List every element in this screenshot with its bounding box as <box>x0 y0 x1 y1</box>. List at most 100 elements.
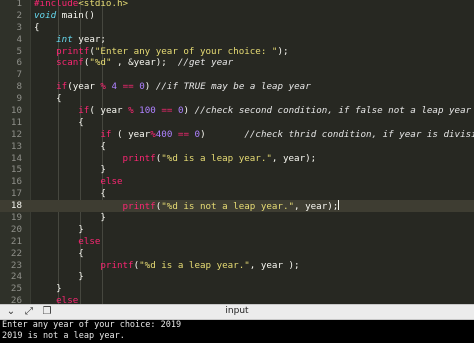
console-line: Enter any year of your choice: 2019 <box>2 320 182 330</box>
code-text: #include<stdio.h> <box>34 0 128 10</box>
code-line[interactable]: 18 printf("%d is not a leap year.", year… <box>0 200 474 212</box>
code-token: { <box>34 247 84 259</box>
code-token: scanf <box>56 57 84 69</box>
copy-icon[interactable]: ❐ <box>40 306 54 318</box>
code-line[interactable]: 17 { <box>0 188 474 200</box>
output-console[interactable]: Enter any year of your choice: 2019 2019… <box>0 320 474 343</box>
expand-arrows-icon[interactable]: ⤢ <box>22 306 36 318</box>
code-line[interactable]: 14 printf("%d is a leap year.", year); <box>0 153 474 165</box>
code-line[interactable]: 19 } <box>0 212 474 224</box>
code-text: } <box>34 224 84 236</box>
code-text: else <box>34 236 100 248</box>
console-line: 2019 is not a leap year. <box>2 331 125 341</box>
code-token: if <box>56 81 68 93</box>
line-number: 19 <box>10 212 22 224</box>
code-line[interactable]: 21 else <box>0 236 474 248</box>
code-token: "Enter any year of your choice: " <box>94 45 278 57</box>
code-text: printf("%d is a leap year.", year ); <box>34 259 300 272</box>
code-token: { <box>34 116 84 128</box>
code-line[interactable]: 2 void main() <box>0 10 474 22</box>
line-number: 20 <box>10 223 22 235</box>
code-token: ) <box>144 81 156 93</box>
code-token: //check thrid condition, if year is divi… <box>244 128 474 140</box>
code-line[interactable]: 20 } <box>0 224 474 236</box>
code-token: main() <box>56 9 95 21</box>
code-line[interactable]: 16 else <box>0 176 474 188</box>
line-number: 22 <box>10 247 22 259</box>
code-token: 100 <box>139 105 156 117</box>
line-number: 5 <box>16 45 22 57</box>
code-token: printf <box>56 45 90 57</box>
collapse-chevron-icon[interactable]: ⌄ <box>4 306 18 318</box>
code-line[interactable]: 11 { <box>0 117 474 129</box>
code-line[interactable]: 7 <box>0 69 474 81</box>
code-token: , year ); <box>249 259 300 271</box>
code-line[interactable]: 26 else <box>0 295 474 304</box>
code-token: { <box>34 140 106 152</box>
code-token: if <box>78 105 90 117</box>
code-token: "%d is not a leap year." <box>161 201 295 213</box>
code-line[interactable]: 23 printf("%d is a leap year.", year ); <box>0 260 474 272</box>
code-token: } <box>34 212 106 224</box>
line-number: 13 <box>10 140 22 152</box>
code-token: ( year <box>111 128 151 140</box>
output-panel-toolbar: input ⌄ ⤢ ❐ <box>0 304 474 320</box>
code-token: (year <box>67 81 101 93</box>
code-line[interactable]: 3{ <box>0 22 474 34</box>
code-line[interactable]: 15 } <box>0 164 474 176</box>
code-text: } <box>34 212 106 224</box>
code-line[interactable]: 9 { <box>0 93 474 105</box>
code-token: else <box>78 235 101 247</box>
code-text: } <box>34 271 84 283</box>
code-line[interactable]: 8 if(year % 4 == 0) //if TRUE may be a l… <box>0 81 474 93</box>
code-token: ( year <box>89 105 129 117</box>
code-line[interactable]: 22 { <box>0 248 474 260</box>
code-token: } <box>34 164 106 176</box>
code-lines[interactable]: 1 #include<stdio.h> 2 void main() 3{4 int ye… <box>0 0 474 304</box>
code-token: , year); <box>294 201 339 213</box>
code-text: { <box>34 117 84 129</box>
code-token: ) <box>200 128 245 140</box>
line-number: 26 <box>10 295 22 304</box>
code-token: { <box>34 188 106 200</box>
code-text: } <box>34 283 62 295</box>
line-number: 2 <box>16 9 22 21</box>
code-text: { <box>34 141 106 153</box>
code-line[interactable]: 13 { <box>0 141 474 153</box>
code-text: { <box>34 93 62 105</box>
code-token: , &year); <box>111 57 178 69</box>
code-line[interactable]: 5 printf("Enter any year of your choice:… <box>0 46 474 58</box>
code-line[interactable]: 24 } <box>0 271 474 283</box>
line-number: 11 <box>10 116 22 128</box>
text-cursor <box>338 200 340 211</box>
code-token: if <box>100 128 112 140</box>
code-line[interactable]: 4 int year; <box>0 34 474 46</box>
code-editor[interactable]: 1 #include<stdio.h> 2 void main() 3{4 int ye… <box>0 0 474 304</box>
code-token: == <box>161 105 173 117</box>
line-number: 18 <box>10 200 22 212</box>
line-number: 16 <box>10 176 22 188</box>
code-line[interactable]: 25 } <box>0 283 474 295</box>
line-number: 17 <box>10 188 22 200</box>
code-line[interactable]: 1 #include<stdio.h> <box>0 0 474 10</box>
code-token: 400 <box>155 128 173 140</box>
line-number: 3 <box>16 21 22 33</box>
line-number: 14 <box>10 152 22 164</box>
code-line[interactable]: 6 scanf("%d" , &year); //get year <box>0 57 474 69</box>
code-line[interactable]: 12 if ( year%400 == 0) //check thrid con… <box>0 129 474 141</box>
code-token: } <box>34 283 62 295</box>
code-token: , year); <box>271 152 317 164</box>
code-line[interactable]: 10 if( year % 100 == 0) //check second c… <box>0 105 474 117</box>
code-text: { <box>34 248 84 260</box>
code-token: { <box>34 21 40 33</box>
code-text: scanf("%d" , &year); //get year <box>34 57 233 69</box>
line-number: 23 <box>10 259 22 271</box>
